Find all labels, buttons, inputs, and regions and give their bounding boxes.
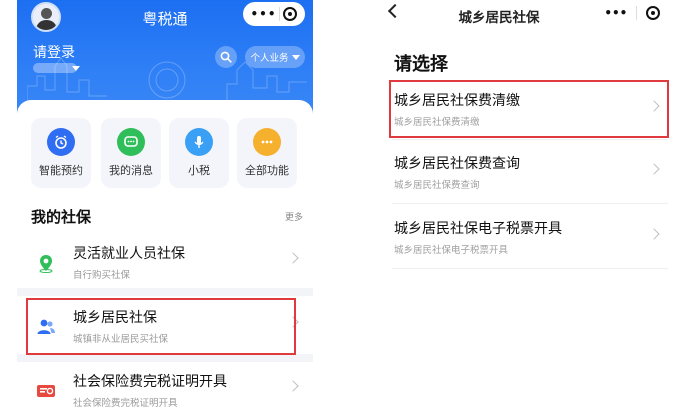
item-subtitle: 社会保险费完税证明开具	[73, 398, 178, 409]
option-subtitle: 城乡居民社保费查询	[394, 180, 480, 191]
option-title: 城乡居民社保电子税票开具	[394, 221, 562, 237]
business-type-label: 个人业务	[250, 53, 289, 64]
option-e-tax-receipt[interactable]: 城乡居民社保电子税票开具 城乡居民社保电子税票开具	[388, 208, 668, 266]
mini-program-capsule[interactable]: •••	[600, 2, 664, 24]
message-icon	[117, 128, 145, 156]
quick-action-label: 我的消息	[109, 164, 153, 177]
social-security-item-flexible[interactable]: 灵活就业人员社保 自行购买社保	[29, 236, 303, 288]
section-title: 我的社保	[31, 208, 92, 226]
option-divider	[392, 203, 668, 204]
quick-action-label: 小税	[188, 164, 210, 177]
more-dots-icon	[253, 128, 281, 156]
section-divider	[17, 288, 313, 296]
capsule-divider	[636, 6, 637, 20]
search-icon	[220, 51, 232, 63]
location-pin-icon	[35, 252, 57, 274]
chevron-right-icon	[287, 380, 299, 392]
capsule-divider	[279, 7, 281, 21]
highlight-box	[389, 80, 669, 138]
right-phone-screen: 城乡居民社保 ••• 请选择 城乡居民社保费清缴 城乡居民社保费清缴 城乡居民社…	[372, 0, 682, 410]
business-type-dropdown[interactable]: 个人业务	[245, 46, 305, 68]
page-title: 城乡居民社保	[458, 10, 540, 26]
quick-action-appointment[interactable]: 智能预约	[31, 118, 91, 188]
item-subtitle: 自行购买社保	[73, 270, 131, 281]
choose-heading: 请选择	[394, 54, 448, 75]
option-subtitle: 城乡居民社保电子税票开具	[394, 245, 509, 256]
option-title: 城乡居民社保费查询	[394, 156, 520, 172]
more-link[interactable]: 更多	[285, 210, 303, 223]
more-menu-icon[interactable]: •••	[604, 6, 627, 20]
item-title: 社会保险费完税证明开具	[73, 374, 227, 390]
mini-program-capsule[interactable]: •••	[243, 2, 305, 26]
close-target-icon[interactable]	[283, 7, 298, 21]
highlight-box	[26, 298, 296, 355]
chevron-down-icon[interactable]	[72, 66, 80, 71]
chevron-right-icon	[648, 163, 660, 175]
caret-down-icon	[291, 54, 300, 60]
item-title: 灵活就业人员社保	[73, 246, 185, 262]
option-divider	[392, 139, 668, 140]
option-fee-query[interactable]: 城乡居民社保费查询 城乡居民社保费查询	[388, 143, 668, 201]
chevron-right-icon	[648, 228, 660, 240]
certificate-icon	[35, 380, 57, 402]
more-menu-icon[interactable]: •••	[250, 7, 276, 21]
quick-action-all-functions[interactable]: 全部功能	[237, 118, 297, 188]
login-link[interactable]: 请登录	[33, 42, 75, 62]
close-target-icon[interactable]	[645, 6, 660, 20]
quick-action-label: 智能预约	[39, 164, 83, 177]
quick-action-messages[interactable]: 我的消息	[101, 118, 161, 188]
chevron-right-icon	[287, 252, 299, 264]
content-card: 智能预约 我的消息 小税 全部功能 我的社保 更多 灵活就业人员社保 自行购买社…	[17, 100, 313, 410]
search-button[interactable]	[215, 46, 237, 68]
section-divider	[17, 354, 313, 362]
quick-action-assistant[interactable]: 小税	[169, 118, 229, 188]
alarm-clock-icon	[47, 128, 75, 156]
account-placeholder[interactable]	[33, 63, 77, 73]
microphone-icon	[185, 128, 213, 156]
quick-action-label: 全部功能	[245, 164, 289, 177]
social-security-item-certificate[interactable]: 社会保险费完税证明开具 社会保险费完税证明开具	[29, 364, 303, 410]
option-divider	[392, 268, 668, 269]
